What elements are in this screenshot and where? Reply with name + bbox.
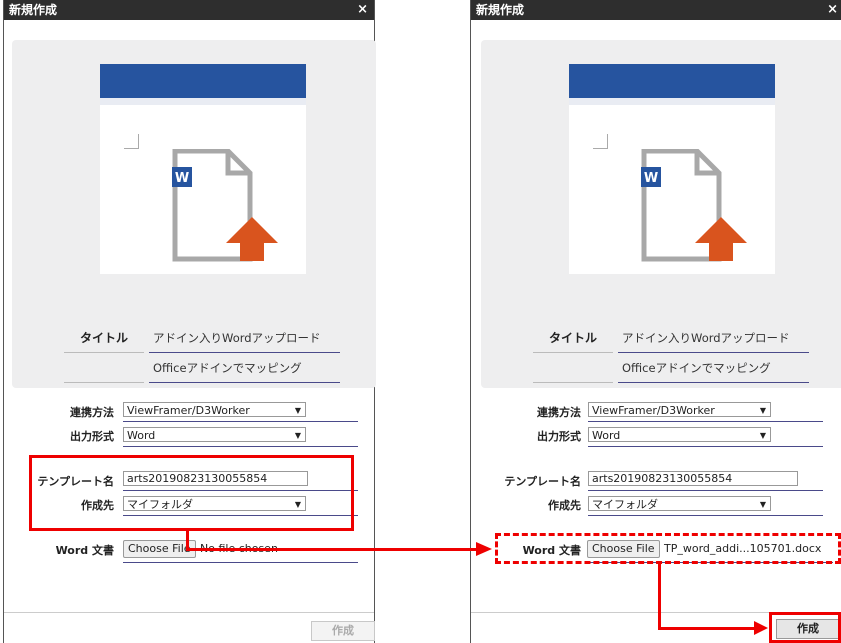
dialog-title: 新規作成 (476, 3, 525, 17)
connector-line-horizontal (186, 548, 481, 551)
connector-line-down (658, 562, 661, 630)
footer-divider (4, 612, 374, 613)
output-format-value: Word (127, 429, 156, 442)
dialog-title: 新規作成 (9, 3, 58, 17)
word-letter-icon: W (644, 171, 658, 186)
output-format-select[interactable]: Word ▼ (588, 427, 771, 442)
output-format-underline (588, 446, 823, 447)
create-button-disabled[interactable]: 作成 (311, 621, 375, 641)
doc-header-bar (100, 64, 306, 98)
create-highlight-box (769, 612, 841, 643)
connector-line-to-create (658, 627, 756, 630)
link-method-label: 連携方法 (537, 406, 581, 419)
corner-mark-icon (124, 134, 139, 149)
close-icon[interactable]: × (827, 0, 838, 20)
output-format-value: Word (592, 429, 621, 442)
title-row: タイトル アドイン入りWordアップロード (481, 324, 841, 353)
template-highlight-box (29, 455, 354, 531)
title-row: タイトル アドイン入りWordアップロード (12, 324, 376, 353)
doc-header-bar (569, 64, 775, 98)
chevron-down-icon: ▼ (759, 500, 766, 509)
document-thumbnail: W (569, 64, 775, 274)
chevron-down-icon: ▼ (759, 406, 766, 415)
title-divider (64, 352, 144, 353)
destination-value: マイフォルダ (592, 498, 658, 511)
new-create-dialog-left: 新規作成 × W タイトル アドイン入りWordアップロード Officeアドイ… (3, 0, 376, 643)
word-doc-label: Word 文書 (55, 544, 114, 557)
link-method-select[interactable]: ViewFramer/D3Worker ▼ (123, 402, 306, 417)
document-thumbnail: W (100, 64, 306, 274)
template-name-label: テンプレート名 (504, 475, 581, 488)
word-upload-icon: W (172, 149, 278, 262)
link-method-value: ViewFramer/D3Worker (592, 404, 715, 417)
description-value: Officeアドインでマッピング (618, 354, 809, 383)
link-method-underline (588, 421, 823, 422)
output-format-label: 出力形式 (70, 430, 114, 443)
output-format-select[interactable]: Word ▼ (123, 427, 306, 442)
description-row: Officeアドインでマッピング (481, 354, 841, 383)
title-label: タイトル (79, 331, 128, 345)
output-format-label: 出力形式 (537, 430, 581, 443)
description-divider (533, 382, 613, 383)
title-divider (533, 352, 613, 353)
template-preview: W タイトル アドイン入りWordアップロード Officeアドインでマッピング (12, 40, 376, 388)
word-doc-highlight-box (495, 533, 841, 564)
dialog-titlebar: 新規作成 × (471, 0, 841, 20)
title-value: アドイン入りWordアップロード (149, 324, 340, 353)
word-doc-underline (123, 562, 358, 563)
link-method-underline (123, 421, 358, 422)
corner-mark-icon (593, 134, 608, 149)
chevron-down-icon: ▼ (759, 431, 766, 440)
destination-label: 作成先 (548, 499, 581, 512)
close-icon[interactable]: × (357, 0, 368, 20)
doc-header-strip (100, 98, 306, 105)
template-name-underline (588, 490, 823, 491)
doc-header-strip (569, 98, 775, 105)
link-method-select[interactable]: ViewFramer/D3Worker ▼ (588, 402, 771, 417)
destination-select[interactable]: マイフォルダ ▼ (588, 496, 771, 511)
chevron-down-icon: ▼ (294, 406, 301, 415)
title-value: アドイン入りWordアップロード (618, 324, 809, 353)
description-value: Officeアドインでマッピング (149, 354, 340, 383)
chevron-down-icon: ▼ (294, 431, 301, 440)
link-method-value: ViewFramer/D3Worker (127, 404, 250, 417)
link-method-label: 連携方法 (70, 406, 114, 419)
arrow-right-icon (754, 621, 768, 635)
output-format-underline (123, 446, 358, 447)
choose-file-button[interactable]: Choose File (123, 540, 196, 558)
dialog-titlebar: 新規作成 × (4, 0, 374, 20)
description-divider (64, 382, 144, 383)
arrow-right-icon (476, 542, 492, 556)
title-label: タイトル (548, 331, 597, 345)
word-letter-icon: W (175, 171, 189, 186)
template-preview: W タイトル アドイン入りWordアップロード Officeアドインでマッピング (481, 40, 841, 388)
template-name-input[interactable]: arts20190823130055854 (588, 471, 798, 486)
word-upload-icon: W (641, 149, 747, 262)
description-row: Officeアドインでマッピング (12, 354, 376, 383)
destination-underline (588, 515, 823, 516)
